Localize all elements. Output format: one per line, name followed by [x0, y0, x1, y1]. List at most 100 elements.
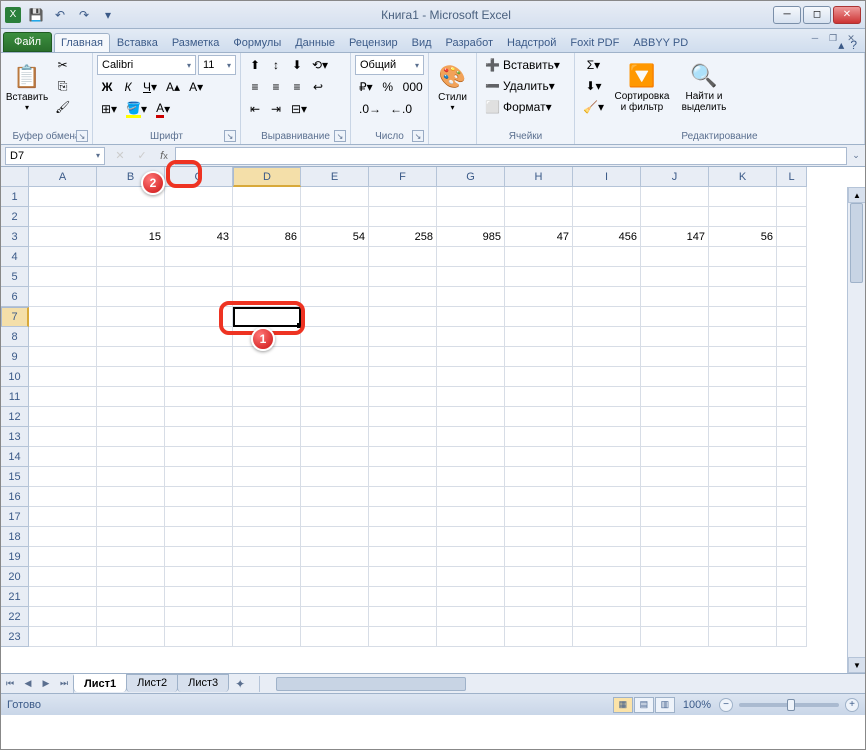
- cell-J10[interactable]: [641, 367, 709, 387]
- cell-J19[interactable]: [641, 547, 709, 567]
- cell-D1[interactable]: [233, 187, 301, 207]
- cell-A23[interactable]: [29, 627, 97, 647]
- sheet-first-button[interactable]: ⏮: [1, 675, 19, 693]
- cell-F14[interactable]: [369, 447, 437, 467]
- orientation-button[interactable]: ⟲▾: [308, 55, 332, 75]
- cell-J15[interactable]: [641, 467, 709, 487]
- cell-D21[interactable]: [233, 587, 301, 607]
- cell-K20[interactable]: [709, 567, 777, 587]
- col-header-F[interactable]: F: [369, 167, 437, 187]
- cell-A7[interactable]: [29, 307, 97, 327]
- cell-H15[interactable]: [505, 467, 573, 487]
- autosum-button[interactable]: Σ▾: [579, 55, 608, 75]
- number-launcher[interactable]: ↘: [412, 130, 424, 142]
- mdi-close[interactable]: ✕: [843, 31, 859, 45]
- cell-E18[interactable]: [301, 527, 369, 547]
- cell-D16[interactable]: [233, 487, 301, 507]
- cell-D19[interactable]: [233, 547, 301, 567]
- cell-B6[interactable]: [97, 287, 165, 307]
- cell-L12[interactable]: [777, 407, 807, 427]
- cell-D12[interactable]: [233, 407, 301, 427]
- decrease-indent-button[interactable]: ⇤: [245, 99, 265, 119]
- cell-F5[interactable]: [369, 267, 437, 287]
- sheet-prev-button[interactable]: ◀: [19, 675, 37, 693]
- cell-B7[interactable]: [97, 307, 165, 327]
- cell-J21[interactable]: [641, 587, 709, 607]
- cell-H3[interactable]: 47: [505, 227, 573, 247]
- ribbon-tab-8[interactable]: Надстрой: [500, 33, 563, 52]
- cell-J6[interactable]: [641, 287, 709, 307]
- row-header-10[interactable]: 10: [1, 367, 29, 387]
- cell-L11[interactable]: [777, 387, 807, 407]
- cell-L9[interactable]: [777, 347, 807, 367]
- scroll-up-button[interactable]: ▲: [848, 187, 865, 203]
- cell-E17[interactable]: [301, 507, 369, 527]
- cell-D22[interactable]: [233, 607, 301, 627]
- ribbon-tab-5[interactable]: Рецензир: [342, 33, 405, 52]
- cell-F4[interactable]: [369, 247, 437, 267]
- cell-J22[interactable]: [641, 607, 709, 627]
- cell-E4[interactable]: [301, 247, 369, 267]
- zoom-in-button[interactable]: +: [845, 698, 859, 712]
- cell-H6[interactable]: [505, 287, 573, 307]
- insert-sheet-button[interactable]: ✦: [229, 677, 251, 691]
- cell-I22[interactable]: [573, 607, 641, 627]
- cell-H12[interactable]: [505, 407, 573, 427]
- row-header-3[interactable]: 3: [1, 227, 29, 247]
- align-middle-button[interactable]: ↕: [266, 55, 286, 75]
- row-header-4[interactable]: 4: [1, 247, 29, 267]
- cell-G12[interactable]: [437, 407, 505, 427]
- cell-F17[interactable]: [369, 507, 437, 527]
- col-header-K[interactable]: K: [709, 167, 777, 187]
- cell-B5[interactable]: [97, 267, 165, 287]
- cell-F11[interactable]: [369, 387, 437, 407]
- cell-C11[interactable]: [165, 387, 233, 407]
- cell-G9[interactable]: [437, 347, 505, 367]
- cell-L17[interactable]: [777, 507, 807, 527]
- cell-K6[interactable]: [709, 287, 777, 307]
- redo-button[interactable]: ↷: [73, 5, 95, 25]
- col-header-I[interactable]: I: [573, 167, 641, 187]
- cell-I10[interactable]: [573, 367, 641, 387]
- cell-G8[interactable]: [437, 327, 505, 347]
- cell-F2[interactable]: [369, 207, 437, 227]
- increase-font-button[interactable]: A▴: [162, 77, 184, 97]
- font-size-select[interactable]: 11▾: [198, 55, 236, 75]
- cut-button[interactable]: ✂: [51, 55, 74, 75]
- cell-A12[interactable]: [29, 407, 97, 427]
- cell-L16[interactable]: [777, 487, 807, 507]
- cell-J14[interactable]: [641, 447, 709, 467]
- cell-F21[interactable]: [369, 587, 437, 607]
- cell-B11[interactable]: [97, 387, 165, 407]
- cell-B9[interactable]: [97, 347, 165, 367]
- cell-D4[interactable]: [233, 247, 301, 267]
- cell-B13[interactable]: [97, 427, 165, 447]
- cell-F12[interactable]: [369, 407, 437, 427]
- cell-G10[interactable]: [437, 367, 505, 387]
- cell-A9[interactable]: [29, 347, 97, 367]
- cell-C4[interactable]: [165, 247, 233, 267]
- cell-G19[interactable]: [437, 547, 505, 567]
- cell-G4[interactable]: [437, 247, 505, 267]
- cell-H5[interactable]: [505, 267, 573, 287]
- cell-J11[interactable]: [641, 387, 709, 407]
- sheet-tab-2[interactable]: Лист3: [177, 674, 229, 692]
- cell-L22[interactable]: [777, 607, 807, 627]
- cell-L2[interactable]: [777, 207, 807, 227]
- cell-C17[interactable]: [165, 507, 233, 527]
- cell-C10[interactable]: [165, 367, 233, 387]
- cell-D20[interactable]: [233, 567, 301, 587]
- row-header-2[interactable]: 2: [1, 207, 29, 227]
- cell-B3[interactable]: 15: [97, 227, 165, 247]
- cell-K8[interactable]: [709, 327, 777, 347]
- cell-A4[interactable]: [29, 247, 97, 267]
- cell-G23[interactable]: [437, 627, 505, 647]
- cell-G15[interactable]: [437, 467, 505, 487]
- cell-J3[interactable]: 147: [641, 227, 709, 247]
- cell-I6[interactable]: [573, 287, 641, 307]
- ribbon-tab-1[interactable]: Вставка: [110, 33, 165, 52]
- col-header-J[interactable]: J: [641, 167, 709, 187]
- cell-E5[interactable]: [301, 267, 369, 287]
- cell-C3[interactable]: 43: [165, 227, 233, 247]
- cell-A2[interactable]: [29, 207, 97, 227]
